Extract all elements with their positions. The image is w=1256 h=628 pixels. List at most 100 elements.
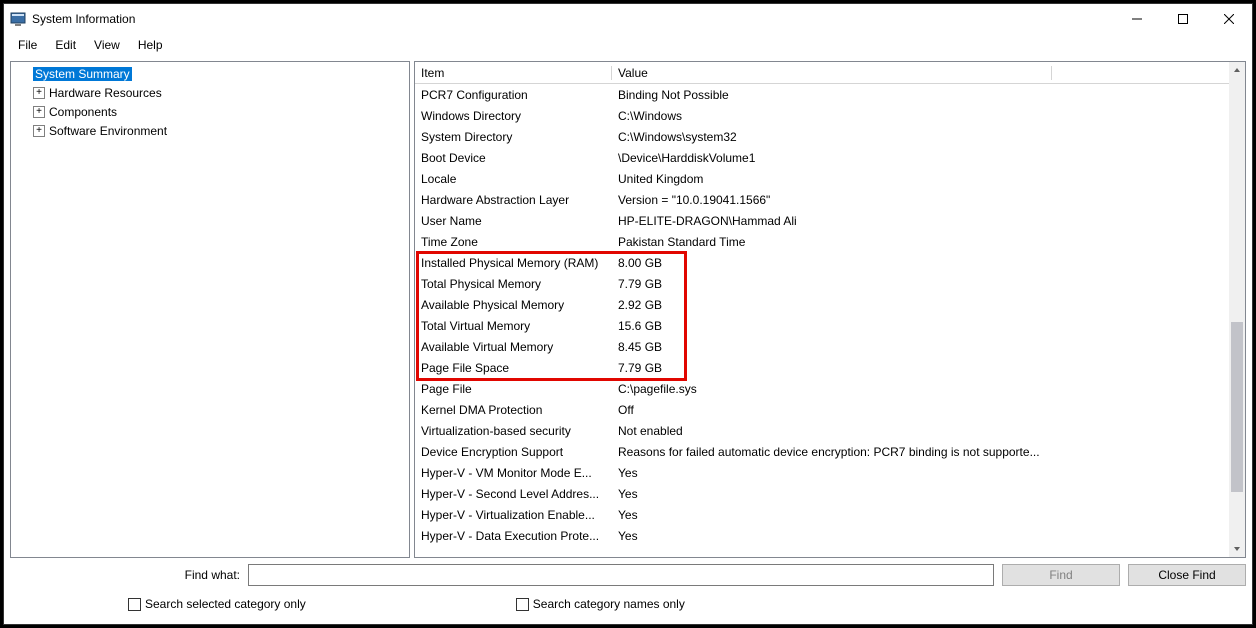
cell-value: United Kingdom bbox=[612, 172, 1229, 186]
list-row[interactable]: PCR7 ConfigurationBinding Not Possible bbox=[415, 84, 1229, 105]
list-row[interactable]: Hyper-V - Virtualization Enable...Yes bbox=[415, 504, 1229, 525]
menu-view[interactable]: View bbox=[86, 36, 128, 54]
tree-item-hardware-resources[interactable]: + Hardware Resources bbox=[11, 83, 409, 102]
cell-value: C:\Windows bbox=[612, 109, 1229, 123]
close-button[interactable] bbox=[1206, 4, 1252, 34]
column-item[interactable]: Item bbox=[415, 66, 612, 80]
scroll-up-icon[interactable] bbox=[1229, 62, 1245, 78]
details-list: Item Value PCR7 ConfigurationBinding Not… bbox=[414, 61, 1246, 558]
maximize-button[interactable] bbox=[1160, 4, 1206, 34]
checkbox-label: Search category names only bbox=[533, 597, 685, 611]
column-value[interactable]: Value bbox=[612, 66, 1052, 80]
cell-value: Reasons for failed automatic device encr… bbox=[612, 445, 1229, 459]
cell-value: Yes bbox=[612, 508, 1229, 522]
expander-icon[interactable]: + bbox=[33, 125, 45, 137]
scroll-thumb[interactable] bbox=[1231, 322, 1243, 492]
list-body[interactable]: PCR7 ConfigurationBinding Not PossibleWi… bbox=[415, 84, 1229, 557]
tree-item-software-environment[interactable]: + Software Environment bbox=[11, 121, 409, 140]
find-panel: Find what: Find Close Find Search select… bbox=[10, 562, 1246, 618]
cell-value: Yes bbox=[612, 529, 1229, 543]
cell-item: Available Physical Memory bbox=[415, 298, 612, 312]
list-row[interactable]: Page FileC:\pagefile.sys bbox=[415, 378, 1229, 399]
list-row[interactable]: Device Encryption SupportReasons for fai… bbox=[415, 441, 1229, 462]
list-row[interactable]: User NameHP-ELITE-DRAGON\Hammad Ali bbox=[415, 210, 1229, 231]
checkbox-box bbox=[128, 598, 141, 611]
list-row[interactable]: Hyper-V - Second Level Addres...Yes bbox=[415, 483, 1229, 504]
list-row[interactable]: Available Physical Memory2.92 GB bbox=[415, 294, 1229, 315]
cell-item: Virtualization-based security bbox=[415, 424, 612, 438]
list-row[interactable]: Time ZonePakistan Standard Time bbox=[415, 231, 1229, 252]
list-row[interactable]: Hyper-V - VM Monitor Mode E...Yes bbox=[415, 462, 1229, 483]
cell-value: 15.6 GB bbox=[612, 319, 1229, 333]
cell-value: 2.92 GB bbox=[612, 298, 1229, 312]
cell-item: Page File Space bbox=[415, 361, 612, 375]
list-row[interactable]: Installed Physical Memory (RAM)8.00 GB bbox=[415, 252, 1229, 273]
cell-value: 7.79 GB bbox=[612, 277, 1229, 291]
find-input[interactable] bbox=[248, 564, 994, 586]
cell-value: 8.00 GB bbox=[612, 256, 1229, 270]
tree-label: System Summary bbox=[33, 67, 132, 81]
cell-item: Kernel DMA Protection bbox=[415, 403, 612, 417]
cell-value: Pakistan Standard Time bbox=[612, 235, 1229, 249]
cell-item: Windows Directory bbox=[415, 109, 612, 123]
scroll-down-icon[interactable] bbox=[1229, 541, 1245, 557]
list-row[interactable]: Boot Device\Device\HarddiskVolume1 bbox=[415, 147, 1229, 168]
cell-item: Hyper-V - Data Execution Prote... bbox=[415, 529, 612, 543]
window-title: System Information bbox=[32, 12, 135, 26]
list-row[interactable]: Windows DirectoryC:\Windows bbox=[415, 105, 1229, 126]
cell-item: Available Virtual Memory bbox=[415, 340, 612, 354]
cell-value: Yes bbox=[612, 466, 1229, 480]
list-row[interactable]: Virtualization-based securityNot enabled bbox=[415, 420, 1229, 441]
cell-value: 7.79 GB bbox=[612, 361, 1229, 375]
list-row[interactable]: Total Physical Memory7.79 GB bbox=[415, 273, 1229, 294]
cell-value: 8.45 GB bbox=[612, 340, 1229, 354]
tree-label: Hardware Resources bbox=[49, 86, 162, 100]
cell-value: \Device\HarddiskVolume1 bbox=[612, 151, 1229, 165]
cell-item: Time Zone bbox=[415, 235, 612, 249]
cell-value: HP-ELITE-DRAGON\Hammad Ali bbox=[612, 214, 1229, 228]
cell-item: PCR7 Configuration bbox=[415, 88, 612, 102]
menu-edit[interactable]: Edit bbox=[47, 36, 84, 54]
close-find-button[interactable]: Close Find bbox=[1128, 564, 1246, 586]
cell-item: Total Physical Memory bbox=[415, 277, 612, 291]
checkbox-box bbox=[516, 598, 529, 611]
minimize-button[interactable] bbox=[1114, 4, 1160, 34]
menu-help[interactable]: Help bbox=[130, 36, 171, 54]
list-row[interactable]: Hyper-V - Data Execution Prote...Yes bbox=[415, 525, 1229, 546]
checkbox-label: Search selected category only bbox=[145, 597, 306, 611]
menu-file[interactable]: File bbox=[10, 36, 45, 54]
cell-item: Device Encryption Support bbox=[415, 445, 612, 459]
checkbox-search-selected-category[interactable]: Search selected category only bbox=[128, 597, 306, 611]
list-row[interactable]: Page File Space7.79 GB bbox=[415, 357, 1229, 378]
menubar: File Edit View Help bbox=[4, 34, 1252, 56]
cell-item: Locale bbox=[415, 172, 612, 186]
expander-icon[interactable]: + bbox=[33, 106, 45, 118]
list-row[interactable]: Hardware Abstraction LayerVersion = "10.… bbox=[415, 189, 1229, 210]
cell-item: Boot Device bbox=[415, 151, 612, 165]
cell-item: Hyper-V - Virtualization Enable... bbox=[415, 508, 612, 522]
list-row[interactable]: System DirectoryC:\Windows\system32 bbox=[415, 126, 1229, 147]
find-label: Find what: bbox=[10, 568, 248, 582]
cell-item: System Directory bbox=[415, 130, 612, 144]
cell-value: C:\Windows\system32 bbox=[612, 130, 1229, 144]
list-row[interactable]: Total Virtual Memory15.6 GB bbox=[415, 315, 1229, 336]
list-row[interactable]: LocaleUnited Kingdom bbox=[415, 168, 1229, 189]
tree-label: Components bbox=[49, 105, 117, 119]
cell-item: Installed Physical Memory (RAM) bbox=[415, 256, 612, 270]
titlebar: System Information bbox=[4, 4, 1252, 34]
tree-item-system-summary[interactable]: System Summary bbox=[11, 64, 409, 83]
list-header: Item Value bbox=[415, 62, 1245, 84]
cell-item: Hyper-V - VM Monitor Mode E... bbox=[415, 466, 612, 480]
find-button[interactable]: Find bbox=[1002, 564, 1120, 586]
cell-value: Not enabled bbox=[612, 424, 1229, 438]
list-row[interactable]: Kernel DMA ProtectionOff bbox=[415, 399, 1229, 420]
cell-value: C:\pagefile.sys bbox=[612, 382, 1229, 396]
list-row[interactable]: Available Virtual Memory8.45 GB bbox=[415, 336, 1229, 357]
cell-item: Total Virtual Memory bbox=[415, 319, 612, 333]
tree-item-components[interactable]: + Components bbox=[11, 102, 409, 121]
tree-view[interactable]: System Summary + Hardware Resources + Co… bbox=[10, 61, 410, 558]
vertical-scrollbar[interactable] bbox=[1229, 62, 1245, 557]
checkbox-search-category-names[interactable]: Search category names only bbox=[516, 597, 685, 611]
expander-icon[interactable]: + bbox=[33, 87, 45, 99]
cell-value: Off bbox=[612, 403, 1229, 417]
